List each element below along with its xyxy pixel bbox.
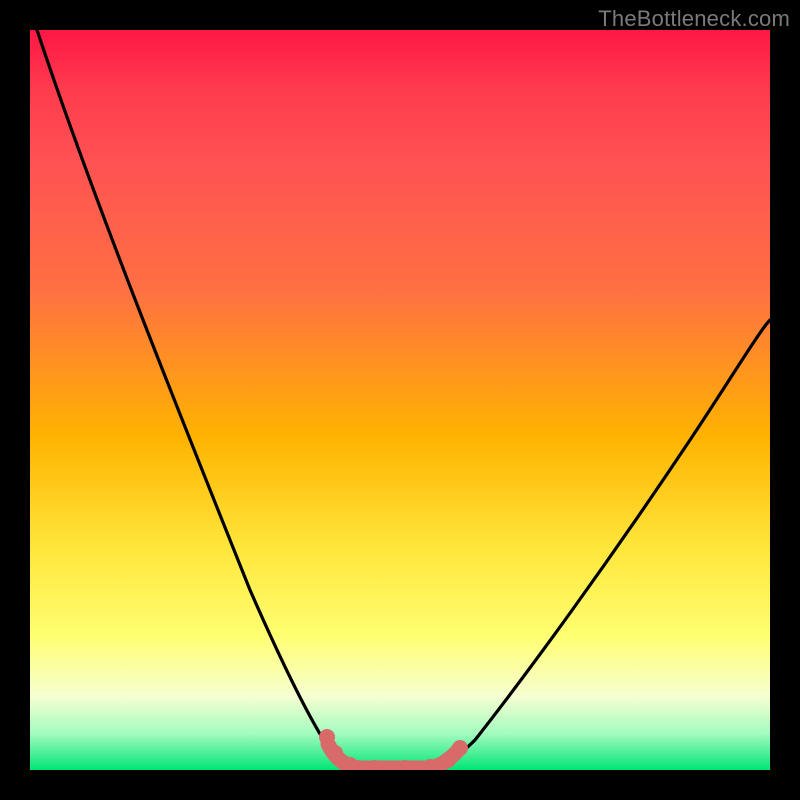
trough-marker bbox=[440, 752, 456, 768]
trough-marker bbox=[452, 740, 468, 756]
curve-layer bbox=[30, 30, 770, 770]
chart-frame: TheBottleneck.com bbox=[0, 0, 800, 800]
bottleneck-curve bbox=[37, 30, 770, 769]
trough-marker bbox=[319, 729, 335, 745]
trough-marker bbox=[327, 745, 343, 761]
plot-area bbox=[30, 30, 770, 770]
watermark-text: TheBottleneck.com bbox=[598, 6, 790, 32]
